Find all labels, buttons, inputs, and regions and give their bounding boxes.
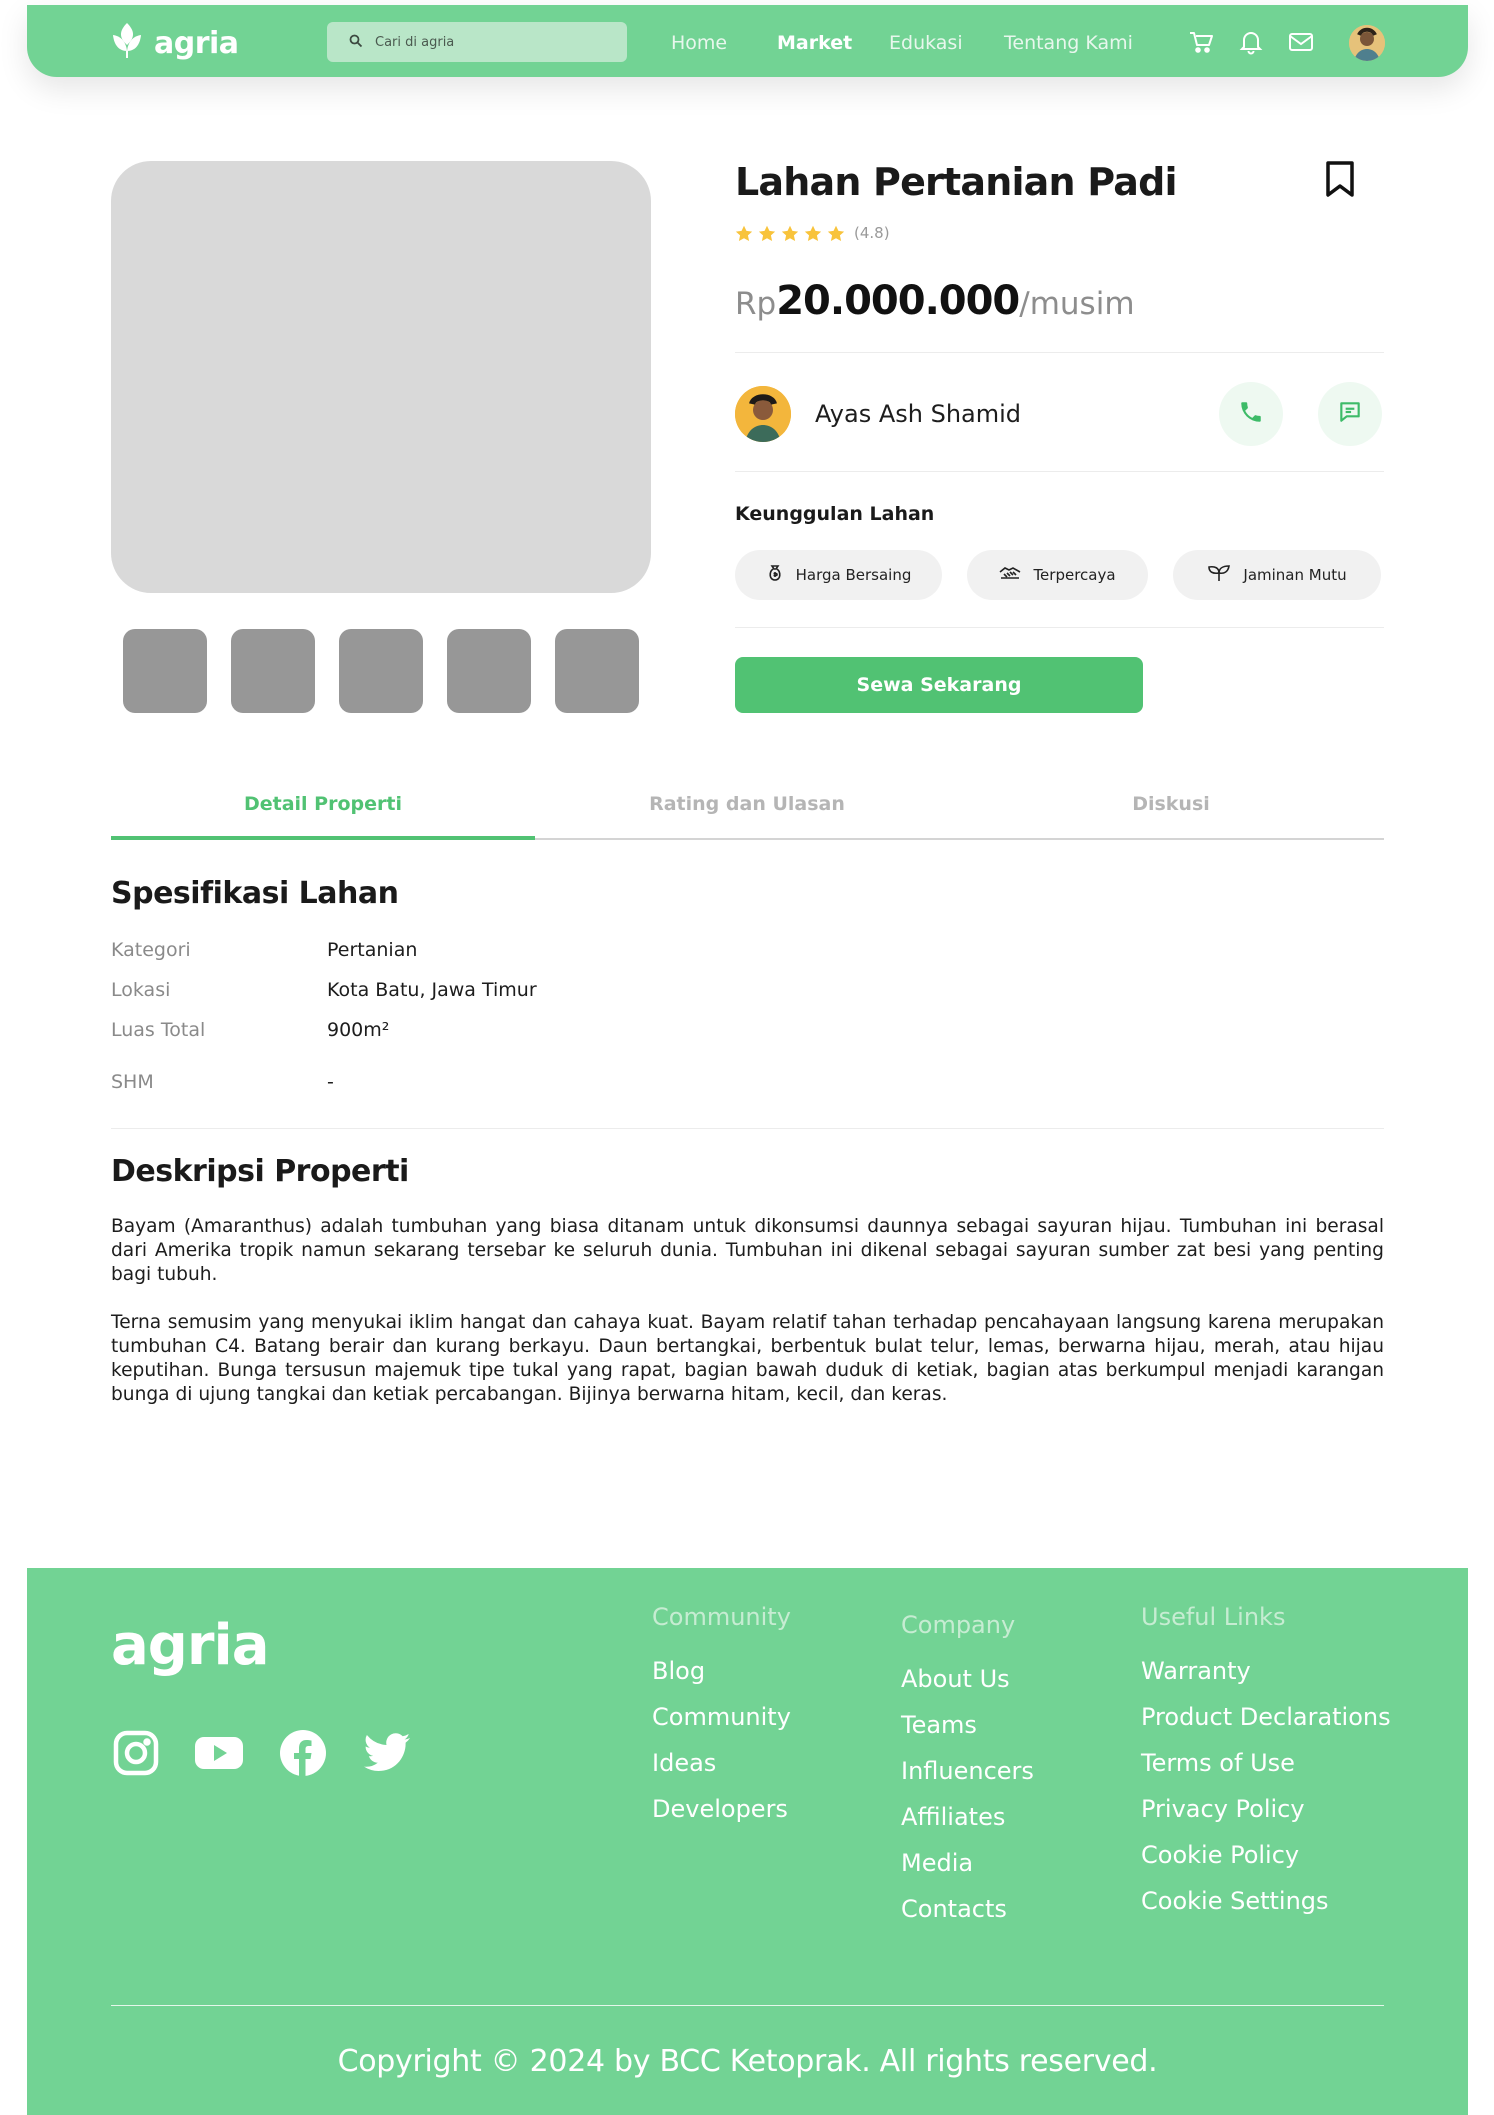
advantage-chip: Harga Bersaing	[735, 550, 942, 600]
star-icon	[758, 225, 776, 241]
footer-link[interactable]: Terms of Use	[1141, 1749, 1295, 1777]
footer-link[interactable]: Privacy Policy	[1141, 1795, 1305, 1823]
product-main-image[interactable]	[111, 161, 651, 593]
active-tab-indicator	[111, 836, 535, 840]
footer-heading: Community	[652, 1603, 791, 1631]
search-icon	[349, 33, 363, 52]
cart-icon[interactable]	[1187, 28, 1215, 56]
nav-market[interactable]: Market	[777, 32, 852, 54]
spec-label: Luas Total	[111, 1019, 206, 1041]
product-thumbnail[interactable]	[231, 629, 315, 713]
footer-heading: Useful Links	[1141, 1603, 1286, 1631]
footer-heading: Company	[901, 1611, 1016, 1639]
price-unit: /musim	[1019, 286, 1135, 322]
chat-button[interactable]	[1318, 382, 1382, 446]
twitter-icon[interactable]	[362, 1728, 412, 1778]
mail-icon[interactable]	[1287, 28, 1315, 56]
spec-label: Kategori	[111, 939, 191, 961]
logo-text: agria	[154, 25, 239, 61]
call-button[interactable]	[1219, 382, 1283, 446]
footer-link[interactable]: Community	[652, 1703, 791, 1731]
product-thumbnail[interactable]	[555, 629, 639, 713]
product-thumbnail[interactable]	[123, 629, 207, 713]
footer-divider	[111, 2005, 1384, 2006]
phone-icon	[1238, 399, 1264, 429]
user-avatar[interactable]	[1349, 25, 1385, 61]
handshake-icon	[999, 564, 1021, 586]
footer-link[interactable]: Warranty	[1141, 1657, 1251, 1685]
facebook-icon[interactable]	[278, 1728, 328, 1778]
footer-link[interactable]: Teams	[901, 1711, 977, 1739]
tab-rating-ulasan[interactable]: Rating dan Ulasan	[535, 793, 959, 815]
advantage-label: Jaminan Mutu	[1243, 566, 1347, 584]
nav-home[interactable]: Home	[671, 32, 727, 54]
footer-logo[interactable]: agria	[111, 1613, 269, 1678]
spec-label: Lokasi	[111, 979, 171, 1001]
star-icon	[735, 225, 753, 241]
spec-value: -	[327, 1071, 334, 1093]
divider	[735, 471, 1384, 472]
divider	[111, 1128, 1384, 1129]
footer-link[interactable]: Influencers	[901, 1757, 1034, 1785]
footer-link[interactable]: Affiliates	[901, 1803, 1005, 1831]
footer-link[interactable]: Developers	[652, 1795, 788, 1823]
tab-diskusi[interactable]: Diskusi	[959, 793, 1383, 815]
star-icon	[804, 225, 822, 241]
spec-value: Pertanian	[327, 939, 418, 961]
divider	[735, 627, 1384, 628]
top-navbar: agria Home Market Edukasi Tentang Kami	[27, 5, 1468, 77]
chat-icon	[1337, 399, 1363, 429]
advantage-label: Harga Bersaing	[795, 566, 912, 584]
nav-tentang-kami[interactable]: Tentang Kami	[1004, 32, 1133, 54]
product-thumbnail[interactable]	[447, 629, 531, 713]
advantage-chip: Terpercaya	[967, 550, 1148, 600]
sprout-icon	[1207, 564, 1231, 586]
divider	[735, 352, 1384, 353]
spec-value: 900m²	[327, 1019, 390, 1041]
description-paragraph: Bayam (Amaranthus) adalah tumbuhan yang …	[111, 1216, 1384, 1285]
bookmark-icon[interactable]	[1325, 160, 1355, 202]
moneybag-icon	[766, 564, 784, 586]
advantage-chip: Jaminan Mutu	[1173, 550, 1381, 600]
owner-name[interactable]: Ayas Ash Shamid	[815, 400, 1021, 428]
description-paragraph: Terna semusim yang menyukai iklim hangat…	[111, 1312, 1384, 1405]
search-bar[interactable]	[327, 22, 627, 62]
star-icon	[781, 225, 799, 241]
footer-link[interactable]: About Us	[901, 1665, 1010, 1693]
tab-detail-properti[interactable]: Detail Properti	[111, 793, 535, 815]
advantages-title: Keunggulan Lahan	[735, 503, 935, 525]
description-title: Deskripsi Properti	[111, 1154, 409, 1189]
price-amount: 20.000.000	[776, 278, 1020, 324]
price-currency: Rp	[735, 286, 777, 322]
specs-title: Spesifikasi Lahan	[111, 876, 399, 911]
copyright-text: Copyright © 2024 by BCC Ketoprak. All ri…	[337, 2044, 1158, 2079]
rating-stars: (4.8)	[735, 224, 890, 242]
product-thumbnail[interactable]	[339, 629, 423, 713]
youtube-icon[interactable]	[194, 1728, 244, 1778]
footer: agria Community Blog Community Ideas Dev…	[27, 1568, 1468, 2115]
footer-link[interactable]: Blog	[652, 1657, 705, 1685]
nav-edukasi[interactable]: Edukasi	[889, 32, 963, 54]
spec-label: SHM	[111, 1071, 154, 1093]
footer-link[interactable]: Ideas	[652, 1749, 716, 1777]
agria-leaf-icon	[110, 21, 144, 65]
instagram-icon[interactable]	[111, 1728, 161, 1778]
advantage-label: Terpercaya	[1033, 566, 1116, 584]
owner-avatar[interactable]	[735, 386, 791, 442]
product-title: Lahan Pertanian Padi	[735, 160, 1178, 204]
footer-link[interactable]: Contacts	[901, 1895, 1007, 1923]
brand-logo[interactable]: agria	[110, 21, 239, 65]
footer-link[interactable]: Cookie Settings	[1141, 1887, 1329, 1915]
footer-link[interactable]: Product Declarations	[1141, 1703, 1391, 1731]
rent-now-button[interactable]: Sewa Sekarang	[735, 657, 1143, 713]
footer-link[interactable]: Media	[901, 1849, 973, 1877]
star-icon	[827, 225, 845, 241]
bell-icon[interactable]	[1237, 28, 1265, 56]
rating-value: (4.8)	[854, 224, 890, 242]
footer-link[interactable]: Cookie Policy	[1141, 1841, 1299, 1869]
price: Rp 20.000.000 /musim	[735, 278, 1135, 324]
spec-value: Kota Batu, Jawa Timur	[327, 979, 537, 1001]
search-input[interactable]	[375, 34, 605, 50]
